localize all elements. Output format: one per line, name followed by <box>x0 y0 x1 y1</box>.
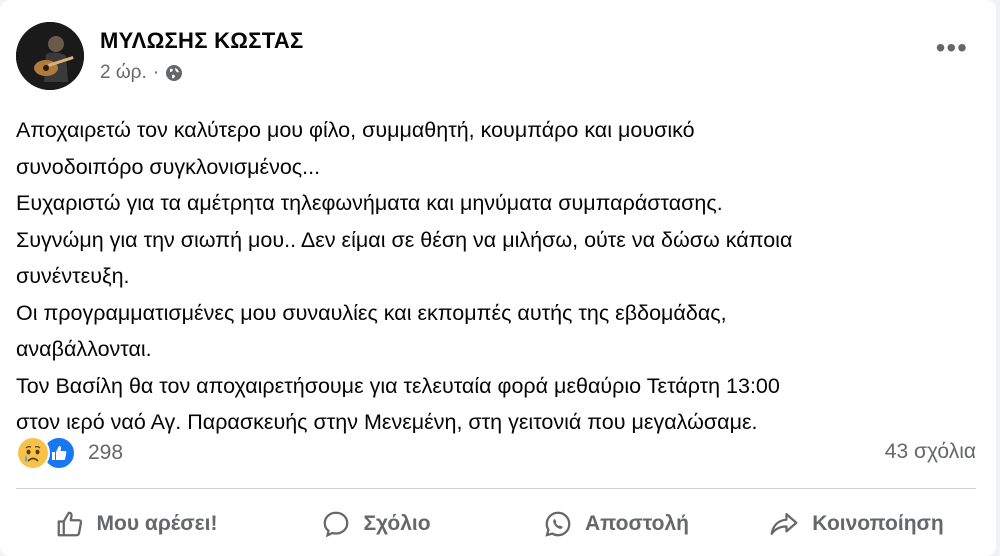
separator-dot: · <box>152 62 160 83</box>
post-card: ΜΥΛΩΣΗΣ ΚΩΣΤΑΣ 2 ώρ. · ••• Αποχαιρετώ το… <box>0 0 996 556</box>
comment-button[interactable]: Σχόλιο <box>256 496 496 552</box>
comment-bubble-icon <box>324 511 349 538</box>
post-line: Οι προγραμματισμένες μου συναυλίες και ε… <box>16 300 727 325</box>
post-time[interactable]: 2 ώρ. <box>100 62 147 84</box>
post-line: αναβάλλονται. <box>16 337 152 361</box>
thumbs-up-icon <box>57 511 82 537</box>
globe-icon[interactable] <box>165 64 183 82</box>
send-label: Αποστολή <box>585 512 689 535</box>
post-text: Αποχαιρετώ τον καλύτερο μου φίλο, συμμαθ… <box>16 112 981 441</box>
post-line: συνοδοιπόρο συγκλονισμένος... <box>16 154 321 179</box>
post-subline: 2 ώρ. · <box>100 62 304 84</box>
post-actions: Μου αρέσει! Σχόλιο Αποστολή Κοινοποίηση <box>16 496 976 552</box>
comments-count-link[interactable]: 43 σχόλια <box>885 440 976 464</box>
more-options-icon[interactable]: ••• <box>936 34 968 62</box>
reactions-summary[interactable]: 298 <box>16 436 123 470</box>
post-meta: ΜΥΛΩΣΗΣ ΚΩΣΤΑΣ 2 ώρ. · <box>100 28 304 84</box>
sad-reaction-icon <box>16 436 50 470</box>
post-line: Τον Βασίλη θα τον αποχαιρετήσουμε για τε… <box>16 373 780 398</box>
share-button[interactable]: Κοινοποίηση <box>736 496 976 552</box>
post-line: Συγνώμη για την σιωπή μου.. Δεν είμαι σε… <box>16 227 793 252</box>
messenger-whatsapp-icon <box>545 511 571 537</box>
post-line: Αποχαιρετώ τον καλύτερο μου φίλο, συμμαθ… <box>16 118 695 142</box>
post-line: συνέντευξη. <box>16 264 130 288</box>
like-label: Μου αρέσει! <box>96 512 218 535</box>
post-line: Ευχαριστώ για τα αμέτρητα τηλεφωνήματα κ… <box>16 191 723 215</box>
reaction-count: 298 <box>88 441 124 464</box>
author-name[interactable]: ΜΥΛΩΣΗΣ ΚΩΣΤΑΣ <box>100 28 304 54</box>
actions-divider <box>16 488 976 489</box>
comment-label: Σχόλιο <box>363 512 431 535</box>
post-header: ΜΥΛΩΣΗΣ ΚΩΣΤΑΣ 2 ώρ. · <box>16 22 304 90</box>
send-button[interactable]: Αποστολή <box>496 496 736 552</box>
author-avatar[interactable] <box>16 22 84 90</box>
share-arrow-icon <box>770 513 798 535</box>
like-button[interactable]: Μου αρέσει! <box>16 496 256 552</box>
share-label: Κοινοποίηση <box>812 512 944 535</box>
post-line: στον ιερό ναό Αγ. Παρασκευής στην Μενεμέ… <box>16 410 758 434</box>
